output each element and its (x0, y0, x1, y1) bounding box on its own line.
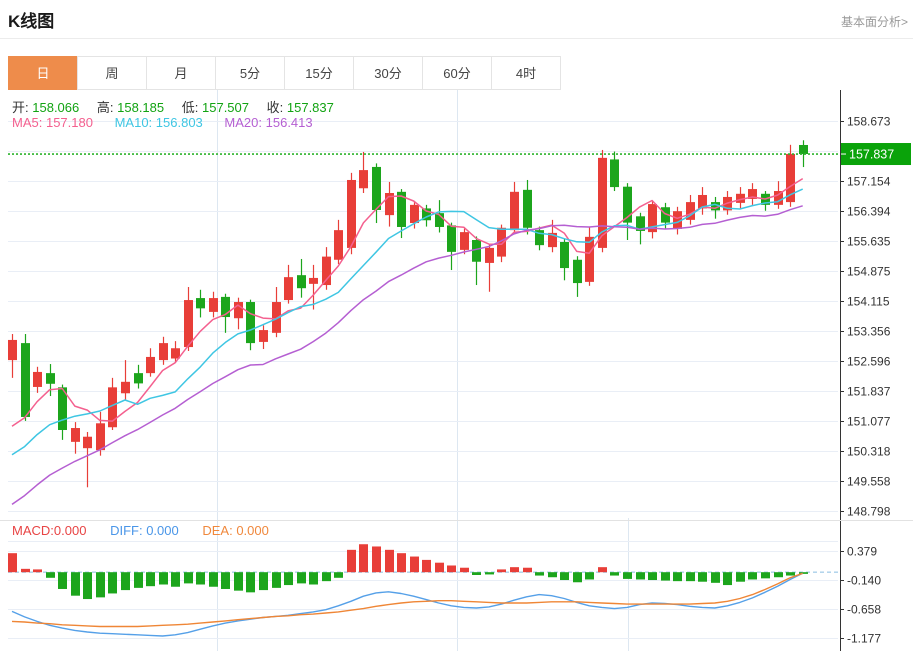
high-label: 高: (96, 100, 114, 115)
ma10-label: MA10: (114, 115, 153, 130)
low-value: 157.507 (202, 100, 249, 115)
high-value: 158.185 (117, 100, 165, 115)
svg-text:154.875: 154.875 (847, 265, 891, 279)
svg-text:-1.177: -1.177 (847, 632, 881, 646)
ma5-value: 157.180 (45, 115, 93, 130)
ma10-value: 156.803 (155, 115, 203, 130)
svg-text:153.356: 153.356 (847, 325, 891, 339)
svg-text:148.798: 148.798 (847, 505, 891, 519)
page-title: K线图 (8, 12, 55, 31)
tab-week[interactable]: 周 (77, 56, 147, 90)
header-divider (0, 38, 913, 39)
interval-tabs: 日 周 月 5分 15分 30分 60分 4时 (8, 56, 561, 90)
dea-value: 0.000 (236, 523, 269, 538)
tab-15min[interactable]: 15分 (284, 56, 354, 90)
dea-label: DEA: (202, 523, 233, 538)
tab-5min[interactable]: 5分 (215, 56, 285, 90)
svg-text:0.379: 0.379 (847, 545, 877, 559)
svg-text:157.837: 157.837 (849, 148, 894, 162)
diff-label: DIFF: (110, 523, 143, 538)
svg-text:154.115: 154.115 (847, 295, 890, 309)
close-label: 收: (266, 100, 284, 115)
tab-4hour[interactable]: 4时 (491, 56, 561, 90)
tab-30min[interactable]: 30分 (353, 56, 423, 90)
ma-info-bar: MA5: 157.180 MA10: 156.803 MA20: 156.413 (12, 115, 313, 130)
svg-text:151.077: 151.077 (847, 415, 891, 429)
ma20-value: 156.413 (265, 115, 313, 130)
open-label: 开: (12, 100, 29, 115)
diff-value: 0.000 (146, 523, 179, 538)
macd-value: 0.000 (53, 523, 87, 538)
ohlc-info-bar: 开: 158.066 高: 158.185 低: 157.507 收: 157.… (12, 97, 348, 116)
svg-text:-0.140: -0.140 (847, 574, 881, 588)
svg-text:157.154: 157.154 (847, 175, 891, 189)
svg-text:156.394: 156.394 (847, 205, 891, 219)
tab-day[interactable]: 日 (8, 56, 78, 90)
svg-text:150.318: 150.318 (847, 445, 891, 459)
macd-info-bar: MACD:0.000 DIFF: 0.000 DEA: 0.000 (12, 523, 269, 538)
close-value: 157.837 (286, 100, 334, 115)
svg-text:149.558: 149.558 (847, 475, 891, 489)
open-value: 158.066 (32, 100, 80, 115)
svg-text:158.673: 158.673 (847, 115, 891, 129)
ma20-label: MA20: (224, 115, 262, 130)
fundamental-analysis-link[interactable]: 基本面分析> (841, 13, 908, 30)
macd-label: MACD: (12, 523, 54, 538)
ma5-label: MA5: (12, 115, 43, 130)
panel-separator (0, 520, 913, 521)
low-label: 低: (181, 100, 199, 115)
tab-month[interactable]: 月 (146, 56, 216, 90)
tab-60min[interactable]: 60分 (422, 56, 492, 90)
svg-text:-0.658: -0.658 (847, 603, 881, 617)
main-candlestick-chart[interactable]: 158.673 157.154 156.394 155.635 154.875 154.1… (0, 90, 913, 520)
svg-text:155.635: 155.635 (847, 235, 891, 249)
svg-text:151.837: 151.837 (847, 385, 891, 399)
svg-text:152.596: 152.596 (847, 355, 891, 369)
